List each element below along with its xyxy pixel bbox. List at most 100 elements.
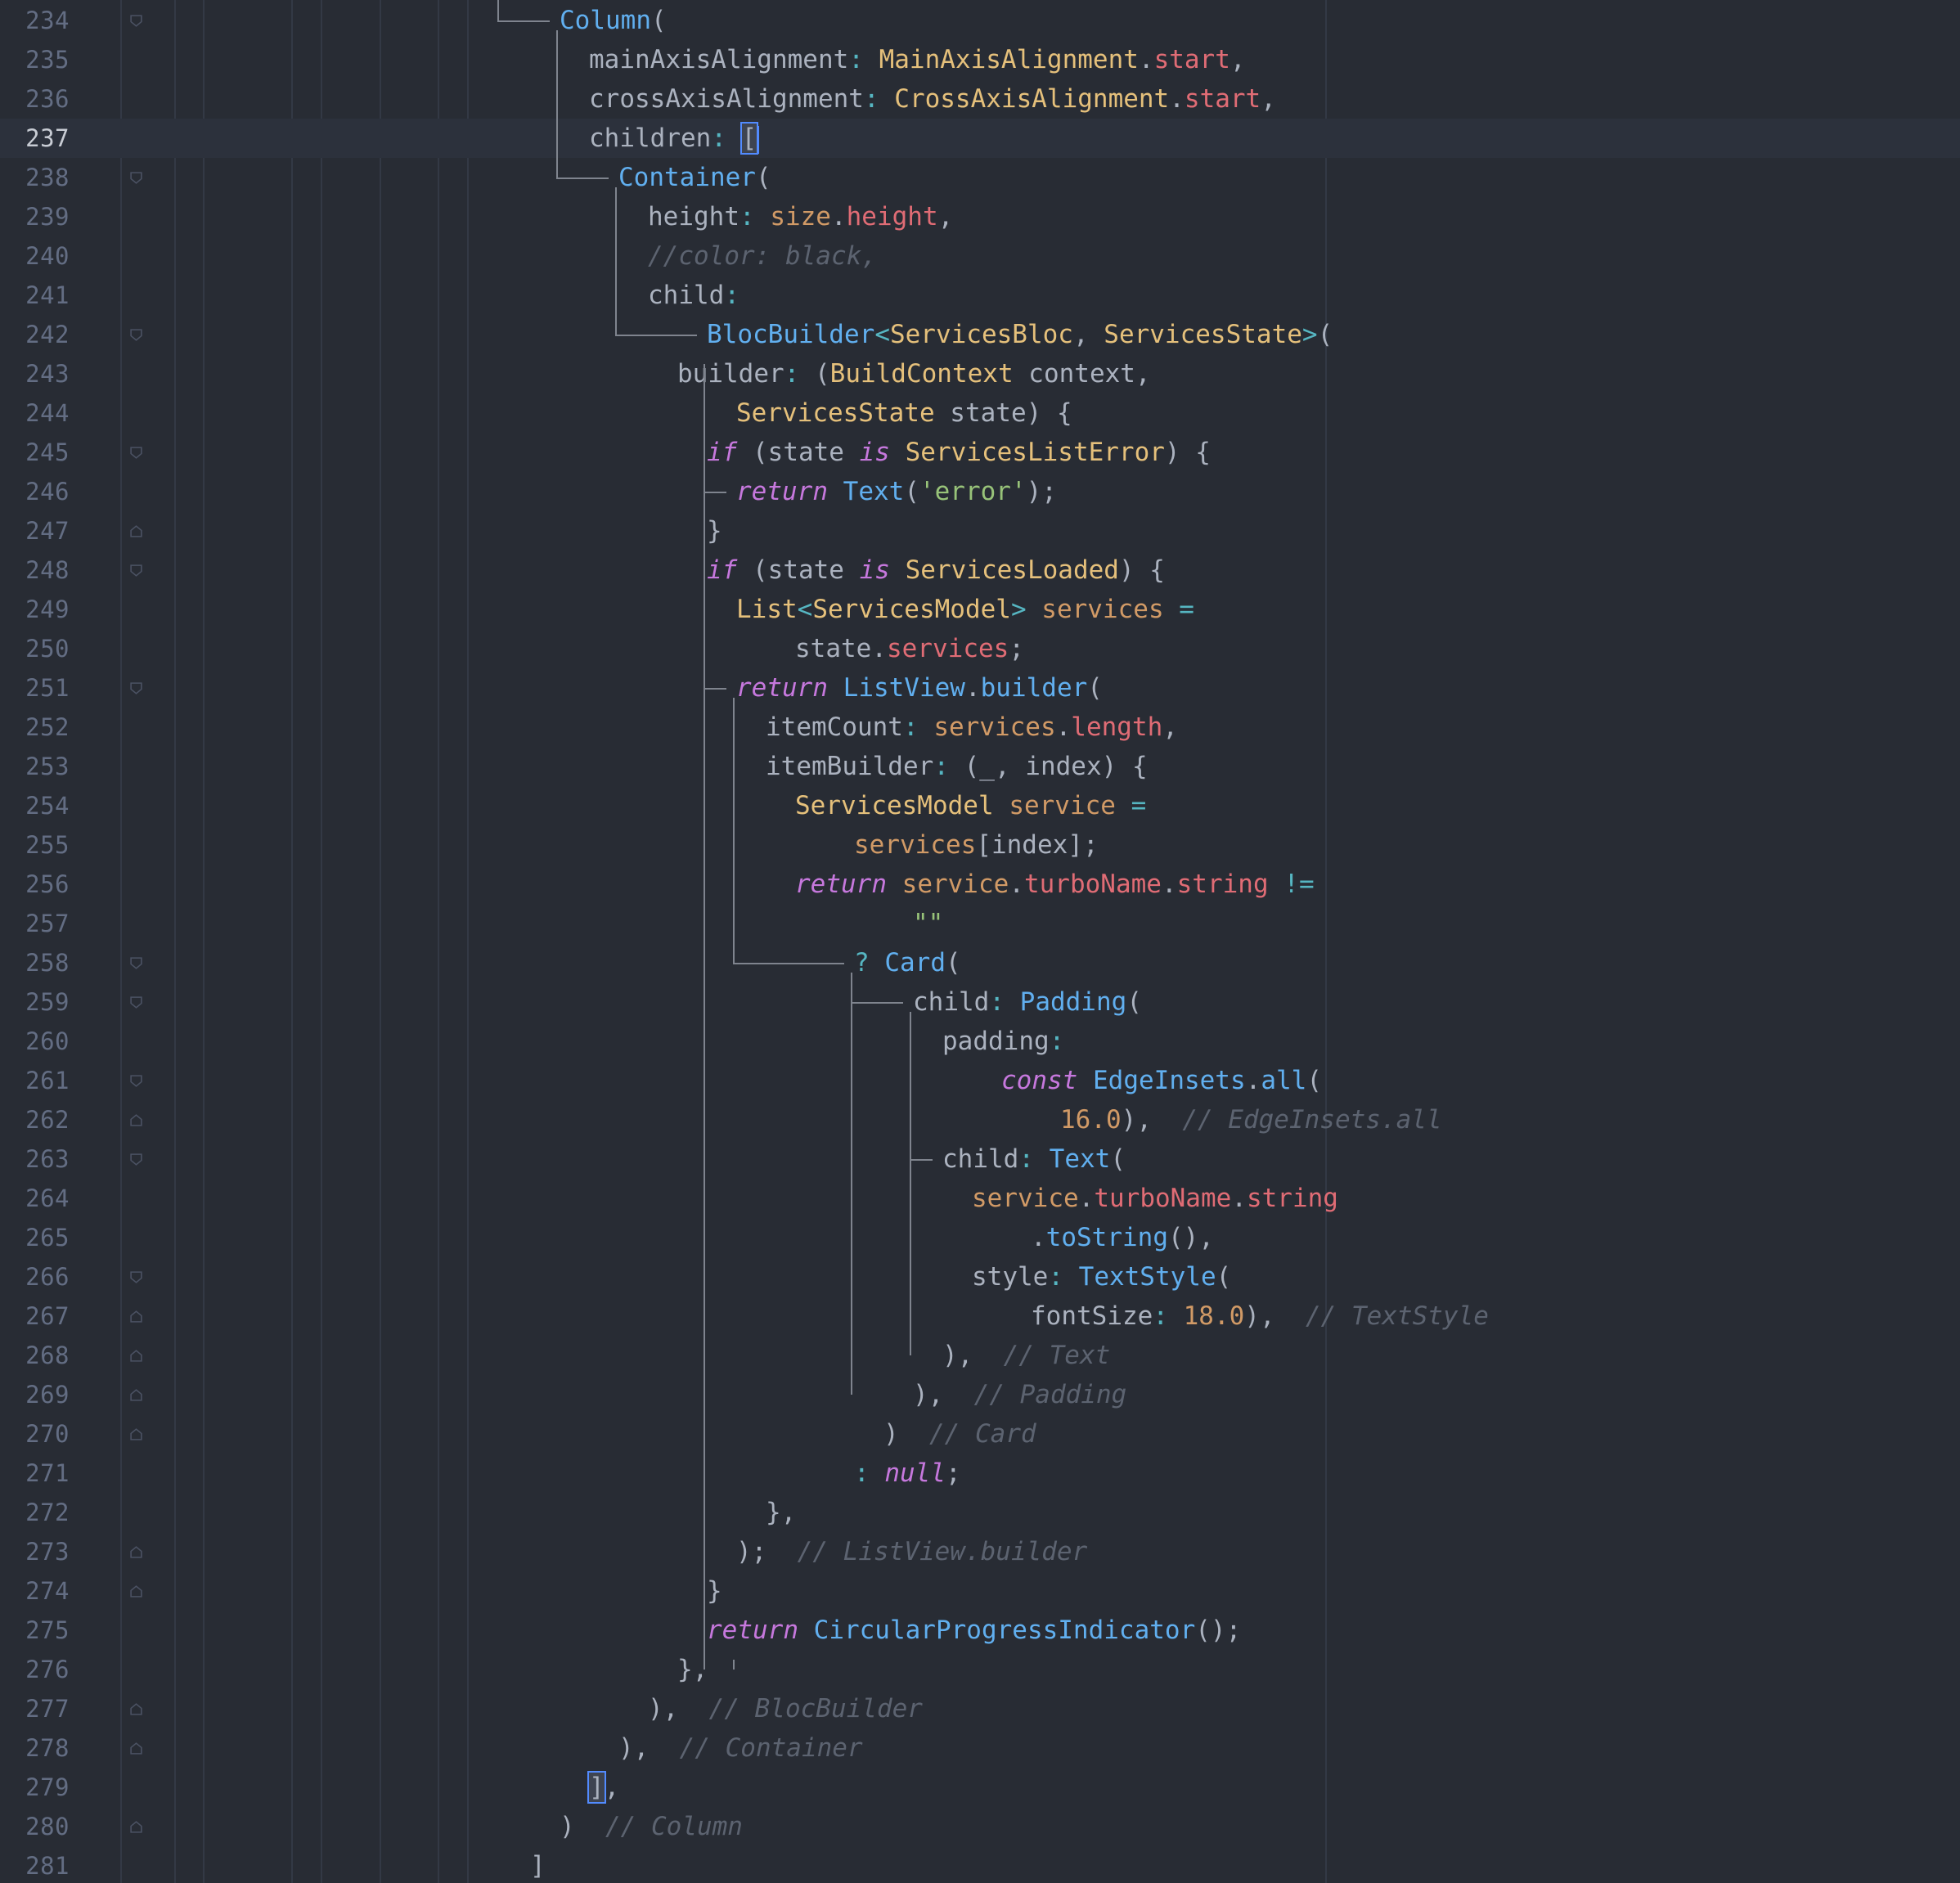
code-line[interactable]: 246 return Text('error'); bbox=[0, 472, 1960, 511]
code-text[interactable]: fontSize: 18.0), // TextStyle bbox=[1031, 1297, 1489, 1336]
code-text[interactable]: ? Card( bbox=[854, 943, 961, 982]
fold-open-icon[interactable] bbox=[129, 1153, 143, 1166]
code-line[interactable]: 263 child: Text( bbox=[0, 1139, 1960, 1179]
code-line[interactable]: 280) // Column bbox=[0, 1807, 1960, 1846]
fold-close-icon[interactable] bbox=[129, 1349, 143, 1363]
code-text[interactable]: ] bbox=[530, 1846, 546, 1883]
code-line[interactable]: 277), // BlocBuilder bbox=[0, 1689, 1960, 1728]
fold-open-icon[interactable] bbox=[129, 956, 143, 970]
code-line[interactable]: 245 if (state is ServicesListError) { bbox=[0, 433, 1960, 472]
code-text[interactable]: height: size.height, bbox=[648, 197, 953, 236]
code-text[interactable]: ], bbox=[587, 1768, 619, 1807]
code-text[interactable]: itemBuilder: (_, index) { bbox=[766, 747, 1148, 786]
code-line[interactable]: 265 .toString(), bbox=[0, 1218, 1960, 1257]
code-line[interactable]: 266 style: TextStyle( bbox=[0, 1257, 1960, 1297]
code-text[interactable]: } bbox=[707, 511, 722, 551]
code-text[interactable]: state.services; bbox=[795, 629, 1024, 668]
code-line[interactable]: 247} bbox=[0, 511, 1960, 551]
code-line[interactable]: 258? Card( bbox=[0, 943, 1960, 982]
code-text[interactable]: builder: (BuildContext context, bbox=[677, 354, 1151, 393]
code-text[interactable]: return service.turboName.string != bbox=[795, 865, 1315, 904]
code-line[interactable]: 274} bbox=[0, 1571, 1960, 1611]
fold-close-icon[interactable] bbox=[129, 524, 143, 538]
code-line[interactable]: 278), // Container bbox=[0, 1728, 1960, 1768]
code-text[interactable]: return CircularProgressIndicator(); bbox=[707, 1611, 1241, 1650]
fold-close-icon[interactable] bbox=[129, 1427, 143, 1441]
code-text[interactable]: style: TextStyle( bbox=[972, 1257, 1231, 1297]
code-line[interactable]: 259 child: Padding( bbox=[0, 982, 1960, 1022]
code-text[interactable]: child: Padding( bbox=[913, 982, 1142, 1022]
code-text[interactable]: .toString(), bbox=[1031, 1218, 1214, 1257]
code-line[interactable]: 250 state.services; bbox=[0, 629, 1960, 668]
fold-close-icon[interactable] bbox=[129, 1388, 143, 1402]
code-text[interactable]: List<ServicesModel> services = bbox=[736, 590, 1194, 629]
fold-close-icon[interactable] bbox=[129, 1702, 143, 1716]
code-line[interactable]: 273); // ListView.builder bbox=[0, 1532, 1960, 1571]
code-line[interactable]: 271: null; bbox=[0, 1454, 1960, 1493]
code-line[interactable]: 264 service.turboName.string bbox=[0, 1179, 1960, 1218]
code-text[interactable]: if (state is ServicesLoaded) { bbox=[707, 551, 1165, 590]
code-line[interactable]: 272}, bbox=[0, 1493, 1960, 1532]
code-text[interactable]: if (state is ServicesListError) { bbox=[707, 433, 1211, 472]
fold-open-icon[interactable] bbox=[129, 14, 143, 28]
code-text[interactable]: services[index]; bbox=[854, 825, 1099, 865]
code-text[interactable]: ) // Card bbox=[883, 1414, 1036, 1454]
code-line[interactable]: 238 Container( bbox=[0, 158, 1960, 197]
fold-close-icon[interactable] bbox=[129, 1113, 143, 1127]
code-line[interactable]: 257 "" bbox=[0, 904, 1960, 943]
code-text[interactable]: padding: bbox=[942, 1022, 1064, 1061]
code-text[interactable]: ) // Column bbox=[560, 1807, 743, 1846]
code-line[interactable]: 248 if (state is ServicesLoaded) { bbox=[0, 551, 1960, 590]
code-text[interactable]: Column( bbox=[560, 1, 667, 40]
code-line[interactable]: 240 //color: black, bbox=[0, 236, 1960, 276]
code-text[interactable]: ServicesModel service = bbox=[795, 786, 1146, 825]
fold-open-icon[interactable] bbox=[129, 564, 143, 577]
code-line[interactable]: 234 Column( bbox=[0, 1, 1960, 40]
code-line[interactable]: 268), // Text bbox=[0, 1336, 1960, 1375]
code-line[interactable]: 256 return service.turboName.string != bbox=[0, 865, 1960, 904]
code-line[interactable]: 237 children: [ bbox=[0, 119, 1960, 158]
fold-open-icon[interactable] bbox=[129, 995, 143, 1009]
code-text[interactable]: : null; bbox=[854, 1454, 961, 1493]
code-text[interactable]: itemCount: services.length, bbox=[766, 708, 1178, 747]
fold-open-icon[interactable] bbox=[129, 1074, 143, 1088]
code-text[interactable]: child: Text( bbox=[942, 1139, 1126, 1179]
code-text[interactable]: //color: black, bbox=[648, 236, 877, 276]
code-text[interactable]: }, bbox=[766, 1493, 796, 1532]
code-line[interactable]: 235 mainAxisAlignment: MainAxisAlignment.… bbox=[0, 40, 1960, 79]
code-text[interactable]: BlocBuilder<ServicesBloc, ServicesState>… bbox=[707, 315, 1333, 354]
code-text[interactable]: return ListView.builder( bbox=[736, 668, 1103, 708]
code-text[interactable]: ), // BlocBuilder bbox=[648, 1689, 923, 1728]
fold-open-icon[interactable] bbox=[129, 1270, 143, 1284]
fold-open-icon[interactable] bbox=[129, 446, 143, 460]
code-text[interactable]: children: [ bbox=[589, 119, 760, 158]
code-line[interactable]: 254 ServicesModel service = bbox=[0, 786, 1960, 825]
code-line[interactable]: 267 fontSize: 18.0), // TextStyle bbox=[0, 1297, 1960, 1336]
code-text[interactable]: service.turboName.string bbox=[972, 1179, 1338, 1218]
code-line[interactable]: 260 padding: bbox=[0, 1022, 1960, 1061]
code-text[interactable]: "" bbox=[913, 904, 943, 943]
code-text[interactable]: return Text('error'); bbox=[736, 472, 1057, 511]
fold-open-icon[interactable] bbox=[129, 328, 143, 342]
code-line[interactable]: 255 services[index]; bbox=[0, 825, 1960, 865]
code-line[interactable]: 262 16.0), // EdgeInsets.all bbox=[0, 1100, 1960, 1139]
fold-close-icon[interactable] bbox=[129, 1820, 143, 1834]
code-line[interactable]: 253 itemBuilder: (_, index) { bbox=[0, 747, 1960, 786]
code-text[interactable]: child: bbox=[648, 276, 739, 315]
code-line[interactable]: 269), // Padding bbox=[0, 1375, 1960, 1414]
code-line[interactable]: 279], bbox=[0, 1768, 1960, 1807]
code-text[interactable]: mainAxisAlignment: MainAxisAlignment.sta… bbox=[589, 40, 1246, 79]
code-line[interactable]: 261 const EdgeInsets.all( bbox=[0, 1061, 1960, 1100]
fold-close-icon[interactable] bbox=[129, 1545, 143, 1559]
code-text[interactable]: Container( bbox=[618, 158, 771, 197]
code-line[interactable]: 241 child: bbox=[0, 276, 1960, 315]
code-text[interactable]: } bbox=[707, 1571, 722, 1611]
code-text[interactable]: ), // Text bbox=[942, 1336, 1110, 1375]
code-text[interactable]: ), // Container bbox=[618, 1728, 863, 1768]
fold-close-icon[interactable] bbox=[129, 1584, 143, 1598]
code-line[interactable]: 251 return ListView.builder( bbox=[0, 668, 1960, 708]
code-line[interactable]: 243 builder: (BuildContext context, bbox=[0, 354, 1960, 393]
fold-close-icon[interactable] bbox=[129, 1310, 143, 1323]
code-line[interactable]: 249 List<ServicesModel> services = bbox=[0, 590, 1960, 629]
fold-open-icon[interactable] bbox=[129, 171, 143, 185]
